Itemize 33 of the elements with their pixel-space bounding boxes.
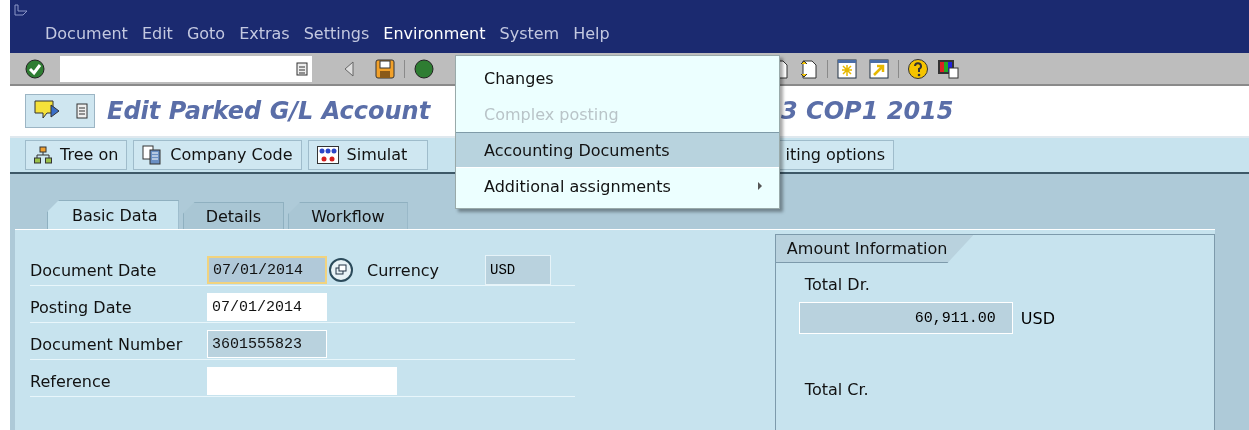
field-label: Total Cr.: [804, 380, 870, 399]
toolbar-button[interactable]: Tree on: [25, 139, 128, 170]
menu-item[interactable]: Document: [38, 24, 135, 43]
currency-label: USD: [1020, 308, 1056, 328]
input-field[interactable]: 60,911.00: [798, 302, 1013, 334]
menu-item[interactable]: Extras: [232, 24, 297, 43]
field-label: Posting Date: [30, 297, 133, 317]
toolbar-button[interactable]: Simulat: [307, 139, 428, 170]
input-field[interactable]: 07/01/2014: [207, 256, 327, 284]
toolbar-button[interactable]: Company Code: [133, 139, 302, 170]
field-label: Document Date: [30, 260, 158, 280]
menu-item[interactable]: Help: [566, 24, 617, 43]
menu-item[interactable]: Settings: [296, 24, 377, 43]
field-label: Currency: [367, 260, 441, 280]
menu-item[interactable]: Additional assignments: [456, 168, 779, 204]
screen-title: 3 COP1 2015: [781, 96, 954, 125]
field-label: Reference: [30, 371, 112, 391]
field-label: Total Dr.: [804, 275, 871, 294]
group-title: Amount Information: [775, 235, 974, 263]
input-field[interactable]: 07/01/2014: [207, 293, 327, 321]
tab[interactable]: Basic Data: [47, 200, 179, 229]
screen-title: Edit Parked G/L Account: [107, 96, 431, 125]
menu-item[interactable]: Environment: [376, 24, 493, 43]
tab[interactable]: Details: [182, 202, 285, 229]
menu-item[interactable]: Edit: [134, 24, 180, 43]
menu-item[interactable]: Goto: [179, 24, 233, 43]
input-field[interactable]: 3601555823: [207, 330, 327, 358]
tab[interactable]: Workflow: [288, 202, 408, 229]
input-field[interactable]: USD: [485, 255, 551, 285]
menu-item[interactable]: System: [492, 24, 567, 43]
field-label: Document Number: [30, 334, 184, 354]
menu-item[interactable]: Accounting Documents: [456, 132, 779, 168]
menu-item[interactable]: Changes: [456, 60, 779, 96]
